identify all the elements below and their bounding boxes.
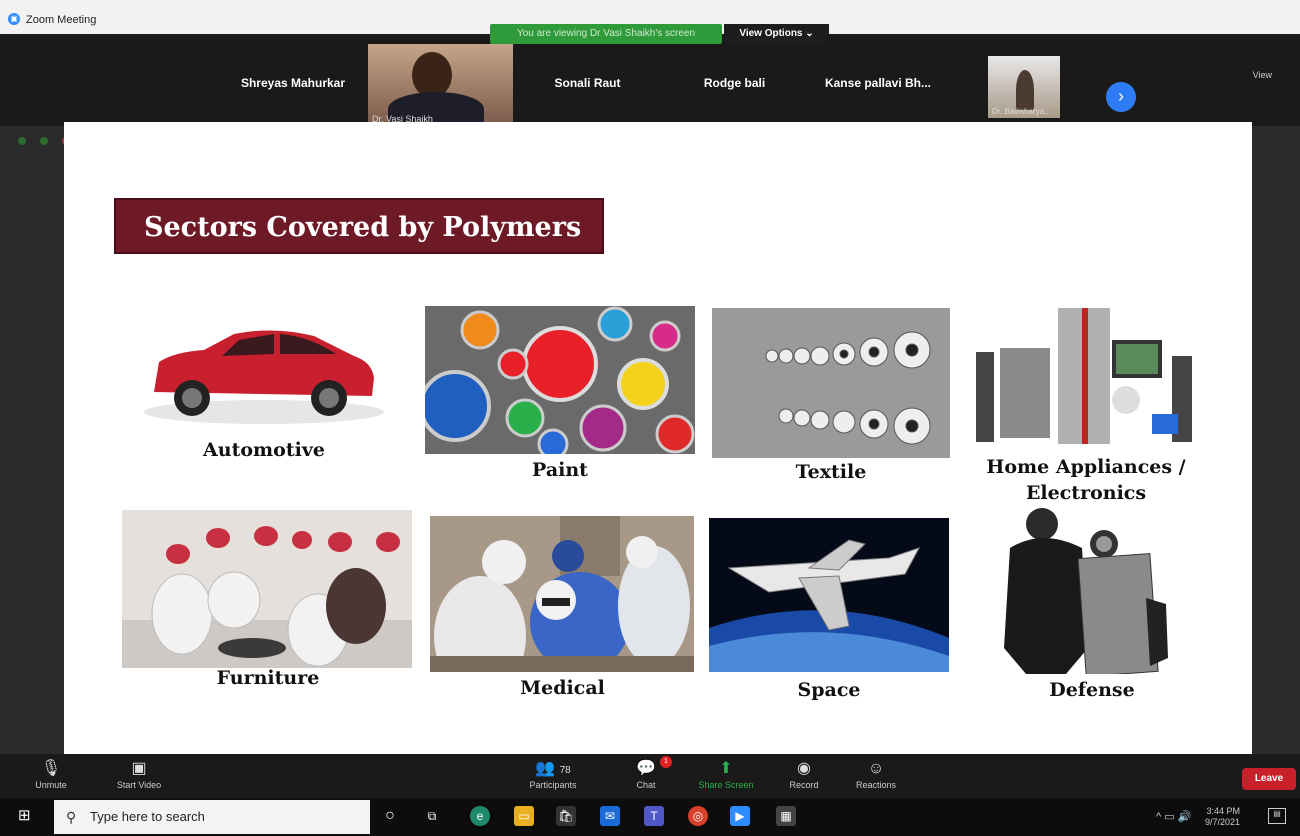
furniture-image — [122, 510, 412, 668]
car-image — [114, 292, 414, 432]
next-page-button[interactable]: › — [1106, 82, 1136, 112]
participant-name: Kanse pallavi Bh... — [824, 76, 932, 90]
participant-name: Shreyas Mahurkar — [240, 76, 346, 90]
sector-paint: Paint — [425, 306, 695, 482]
sector-label: Defense — [1049, 679, 1135, 701]
defense-image — [996, 508, 1176, 674]
participant-tile[interactable]: Kanse pallavi Bh... — [808, 44, 948, 126]
search-placeholder: Type here to search — [90, 809, 205, 824]
video-off-icon: ▣ — [131, 760, 147, 777]
share-banner: You are viewing Dr Vasi Shaikh's screen — [490, 24, 722, 44]
share-screen-label: Share Screen — [698, 780, 754, 790]
sector-furniture: Furniture — [122, 510, 414, 700]
clock-date: 9/7/2021 — [1204, 817, 1240, 827]
windows-taskbar: ⊞ ⚲ Type here to search ○ ⧉ e ▭ 🛍 ✉ T ◎ … — [0, 798, 1300, 836]
participant-name: Dr. Bavisharya.. — [992, 107, 1049, 116]
sector-label: Home Appliances / Electronics — [986, 456, 1186, 504]
zoom-toolbar: 🎙 Unmute ▣ Start Video 👥 78 Participants… — [0, 754, 1300, 798]
participant-figure — [1016, 70, 1034, 110]
reactions-icon: ☺ — [867, 760, 885, 777]
share-screen-icon: ⬆ — [719, 760, 733, 777]
chat-button[interactable]: 💬 1 Chat — [624, 756, 672, 790]
participants-icon: 👥 78 — [535, 760, 571, 777]
record-icon: ◉ — [797, 760, 811, 777]
edge-browser-icon[interactable]: e — [470, 806, 490, 826]
file-explorer-icon[interactable]: ▭ — [514, 806, 534, 826]
sector-textile: Textile — [712, 308, 950, 484]
windows-start-icon[interactable]: ⊞ — [18, 808, 34, 824]
task-view-icon[interactable]: ⧉ — [422, 806, 442, 826]
chat-label: Chat — [636, 780, 656, 790]
mail-icon[interactable]: ✉ — [600, 806, 620, 826]
clock-time: 3:44 PM — [1206, 806, 1240, 816]
participant-tile[interactable]: Shreyas Mahurkar — [220, 44, 366, 126]
participants-button[interactable]: 👥 78 Participants — [518, 758, 588, 790]
notification-icon[interactable]: ▤ — [1268, 808, 1286, 824]
start-video-label: Start Video — [116, 780, 162, 790]
zoom-taskbar-icon[interactable]: ▶ — [730, 806, 750, 826]
sector-space: Space — [709, 518, 949, 704]
participant-video-tile[interactable]: Dr. Bavisharya.. — [988, 56, 1060, 118]
chat-badge: 1 — [660, 756, 672, 768]
app-taskbar-icon[interactable]: ▦ — [776, 806, 796, 826]
medical-image — [430, 516, 694, 672]
reactions-label: Reactions — [855, 780, 897, 790]
participants-count: 78 — [559, 765, 571, 776]
sector-automotive: Automotive — [114, 292, 414, 472]
record-label: Record — [789, 780, 819, 790]
appliances-image — [976, 304, 1196, 450]
chrome-icon[interactable]: ◎ — [688, 806, 708, 826]
chat-icon: 💬 1 — [624, 756, 672, 780]
status-dot — [18, 137, 26, 145]
start-video-button[interactable]: ▣ Start Video — [106, 758, 172, 790]
participant-name: Sonali Raut — [554, 76, 621, 90]
participant-name: Rodge bali — [703, 76, 766, 90]
textile-image — [712, 308, 950, 458]
record-button[interactable]: ◉ Record — [780, 758, 828, 790]
slide-title: Sectors Covered by Polymers — [114, 198, 604, 254]
window-title: Zoom Meeting — [26, 14, 97, 26]
store-icon[interactable]: 🛍 — [556, 806, 576, 826]
reactions-button[interactable]: ☺ Reactions — [848, 758, 904, 790]
cortana-icon[interactable]: ○ — [380, 806, 400, 826]
unmute-button[interactable]: 🎙 Unmute — [26, 758, 76, 790]
sector-home-appliances: Home Appliances / Electronics — [976, 304, 1196, 504]
share-screen-button[interactable]: ⬆ Share Screen — [690, 758, 762, 790]
microphone-muted-icon: 🎙 — [40, 760, 62, 777]
speaker-view-button[interactable]: View — [1253, 70, 1272, 80]
participant-tile[interactable]: Sonali Raut — [515, 44, 660, 126]
status-dot — [40, 137, 48, 145]
leave-button[interactable]: Leave — [1242, 768, 1296, 790]
sector-defense: Defense — [996, 508, 1188, 704]
participant-gallery: Shreyas Mahurkar Dr. Vasi Shaikh Sonali … — [0, 34, 1300, 126]
sector-label: Space — [797, 679, 861, 701]
system-tray-icons[interactable]: ^ ▭ 🔊 — [1156, 810, 1191, 823]
search-icon: ⚲ — [66, 809, 77, 825]
shared-slide: Sectors Covered by Polymers Automotive P… — [64, 122, 1252, 754]
unmute-label: Unmute — [35, 780, 67, 790]
participant-video-tile[interactable]: Dr. Vasi Shaikh — [368, 44, 513, 126]
sector-medical: Medical — [430, 516, 695, 702]
clock[interactable]: 3:44 PM 9/7/2021 — [1205, 806, 1240, 828]
paint-image — [425, 306, 695, 454]
participants-label: Participants — [529, 780, 577, 790]
space-shuttle-image — [709, 518, 949, 672]
view-options-button[interactable]: View Options ⌄ — [724, 24, 829, 44]
teams-icon[interactable]: T — [644, 806, 664, 826]
zoom-logo-icon: ▣ — [8, 13, 20, 25]
participant-tile[interactable]: Rodge bali — [662, 44, 807, 126]
search-box[interactable]: ⚲ Type here to search — [54, 800, 370, 834]
